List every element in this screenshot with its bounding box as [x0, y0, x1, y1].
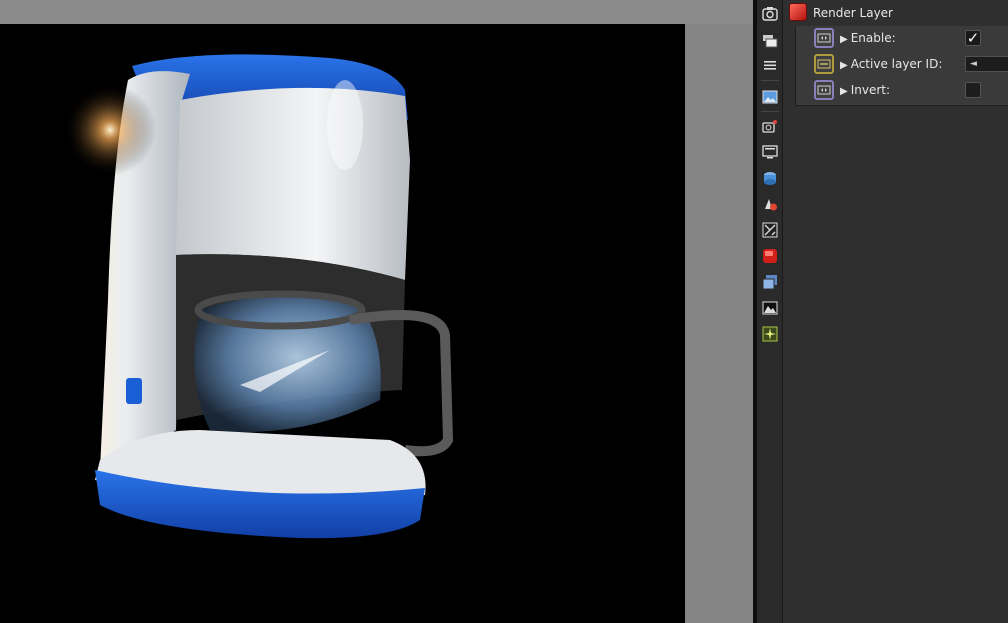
property-row-active-layer-id: ▶ Active layer ID: ◄: [796, 52, 1008, 76]
expand-arrow-icon[interactable]: ▶: [840, 60, 848, 71]
invert-checkbox[interactable]: [965, 82, 981, 98]
toolbar-separator: [761, 80, 779, 81]
environment-icon[interactable]: [762, 170, 778, 186]
render-layer-icon[interactable]: [762, 248, 778, 264]
node-inspector: Render Layer ▶ Enable: ✓ ▶ Active layer ID…: [783, 0, 1008, 623]
texture-icon[interactable]: [762, 222, 778, 238]
material-icon[interactable]: [762, 196, 778, 212]
active-layer-id-field[interactable]: ◄: [965, 56, 1008, 72]
render-layer-node-icon: [789, 3, 807, 21]
viewport-gutter: [685, 24, 753, 623]
property-row-invert: ▶ Invert:: [796, 78, 1008, 102]
property-row-enable: ▶ Enable: ✓: [796, 26, 1008, 50]
film-camera-icon[interactable]: [762, 118, 778, 134]
node-toolbar: [757, 0, 783, 623]
decrement-arrow-icon[interactable]: ◄: [970, 59, 977, 69]
bool-pin-icon[interactable]: [814, 80, 834, 100]
postprocess-icon[interactable]: [762, 326, 778, 342]
render-viewport[interactable]: [0, 0, 753, 623]
camera-icon[interactable]: [762, 6, 778, 22]
imager-icon[interactable]: [762, 300, 778, 316]
property-label[interactable]: ▶ Invert:: [840, 83, 890, 97]
node-header[interactable]: Render Layer: [787, 2, 1008, 24]
node-title: Render Layer: [813, 6, 893, 20]
layers-icon[interactable]: [762, 33, 778, 49]
expand-arrow-icon[interactable]: ▶: [840, 34, 848, 45]
expand-arrow-icon[interactable]: ▶: [840, 86, 848, 97]
multi-layer-icon[interactable]: [762, 274, 778, 290]
monitor-icon[interactable]: [762, 144, 778, 160]
bool-pin-icon[interactable]: [814, 28, 834, 48]
toolbar-separator: [761, 111, 779, 112]
image-icon[interactable]: [762, 89, 778, 105]
property-label[interactable]: ▶ Enable:: [840, 31, 896, 45]
node-properties: ▶ Enable: ✓ ▶ Active layer ID: ◄ ▶ Invert:: [795, 26, 1008, 106]
property-label[interactable]: ▶ Active layer ID:: [840, 57, 942, 71]
list-icon[interactable]: [762, 57, 778, 73]
int-pin-icon[interactable]: [814, 54, 834, 74]
render-image[interactable]: [0, 24, 685, 623]
viewport-top-bar: [0, 0, 753, 24]
coffee-maker-render: [64, 54, 454, 539]
enable-checkbox[interactable]: ✓: [965, 30, 981, 46]
